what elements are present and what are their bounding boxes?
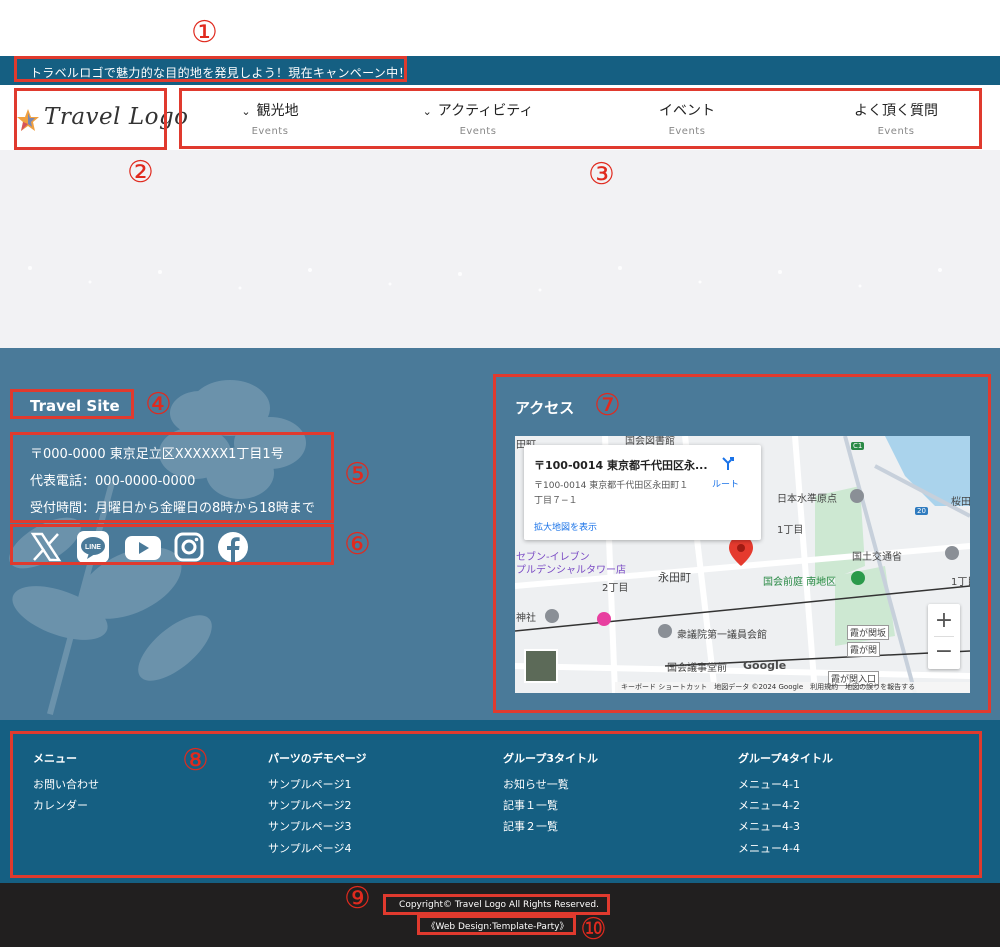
annotation-marker-10: ⑩ — [580, 912, 607, 947]
annotation-marker-7: ⑦ — [594, 388, 621, 423]
annotation-marker-8: ⑧ — [182, 743, 209, 778]
annotation-marker-9: ⑨ — [344, 881, 371, 916]
annotation-marker-1: ① — [191, 15, 218, 50]
dot-pattern — [28, 266, 942, 292]
annotation-marker-4: ④ — [145, 387, 172, 422]
annotation-box-9 — [383, 894, 610, 915]
annotation-marker-6: ⑥ — [344, 527, 371, 562]
annotation-box-3 — [179, 88, 982, 149]
annotation-box-2 — [14, 88, 167, 150]
annotation-marker-5: ⑤ — [344, 457, 371, 492]
annotation-box-4 — [10, 389, 134, 419]
annotation-box-6 — [10, 524, 334, 565]
annotation-box-7 — [493, 374, 991, 713]
annotation-box-10 — [417, 915, 576, 935]
annotation-marker-2: ② — [127, 155, 154, 190]
annotation-marker-3: ③ — [588, 157, 615, 192]
annotation-box-5 — [10, 432, 334, 523]
annotation-box-1 — [14, 56, 407, 82]
annotation-box-8 — [10, 731, 982, 878]
